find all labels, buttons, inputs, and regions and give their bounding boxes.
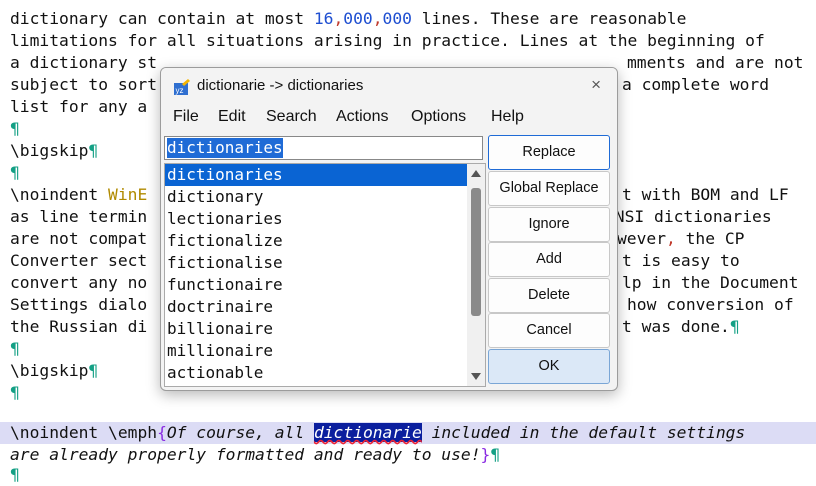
scrollbar-thumb[interactable] <box>471 188 481 316</box>
menu-actions[interactable]: Actions <box>336 108 388 126</box>
suggestions-list[interactable]: dictionaries dictionary lectionaries fic… <box>164 163 486 387</box>
delete-button[interactable]: Delete <box>488 278 610 313</box>
dialog-title: dictionarie -> dictionaries <box>197 77 364 94</box>
suggestion-item[interactable]: dictionaries <box>165 164 467 186</box>
close-icon[interactable]: × <box>591 75 601 95</box>
editor-line-13: Settings dialo <box>10 295 148 314</box>
scroll-up-icon[interactable] <box>471 170 481 177</box>
suggestion-item[interactable]: billionaire <box>165 318 467 340</box>
editor-line-4: subject to sort <box>10 75 158 94</box>
suggestion-item[interactable]: actionable <box>165 362 467 384</box>
menu-bar: File Edit Search Actions Options Help <box>161 106 617 130</box>
editor-line-9: as line termin <box>10 207 148 226</box>
editor-line-emph: \noindent \emph{Of course, all dictionar… <box>10 423 746 442</box>
menu-help[interactable]: Help <box>491 108 524 126</box>
suggestion-item[interactable]: lectionaries <box>165 208 467 230</box>
editor-line-11-right: t is easy to <box>622 251 740 270</box>
replacement-word-value: dictionaries <box>167 138 283 158</box>
global-replace-button[interactable]: Global Replace <box>488 171 610 206</box>
suggestion-item[interactable]: dictionary <box>165 186 467 208</box>
suggestion-item[interactable]: doctrinaire <box>165 296 467 318</box>
ok-button[interactable]: OK <box>488 349 610 384</box>
scroll-down-icon[interactable] <box>471 373 481 380</box>
pilcrow-mark: ¶ <box>10 119 20 138</box>
editor-line-bigskip-1: \bigskip¶ <box>10 141 99 160</box>
editor-line-3-right: mments and are not <box>627 53 804 72</box>
editor-line-12: convert any no <box>10 273 148 292</box>
pilcrow-mark: ¶ <box>10 339 20 358</box>
editor-line-14-right: t was done.¶ <box>622 317 740 336</box>
editor-line-12-right: lp in the Document <box>622 273 799 292</box>
misspelled-word-selection: dictionarie <box>313 423 422 442</box>
add-button[interactable]: Add <box>488 242 610 277</box>
menu-file[interactable]: File <box>173 108 199 126</box>
editor-line-1: dictionary can contain at most 16,000,00… <box>10 9 687 28</box>
editor-line-4-right: a complete word <box>622 75 770 94</box>
menu-edit[interactable]: Edit <box>218 108 246 126</box>
editor-line-8: \noindent WinE <box>10 185 148 204</box>
replacement-word-input[interactable]: dictionaries <box>164 136 483 160</box>
editor-line-8-right: t with BOM and LF <box>622 185 789 204</box>
suggestions-scrollbar[interactable] <box>467 164 485 386</box>
editor-line-11: Converter sect <box>10 251 148 270</box>
suggestion-item[interactable]: fictionalise <box>165 252 467 274</box>
ignore-button[interactable]: Ignore <box>488 207 610 242</box>
svg-text:yz: yz <box>176 86 184 95</box>
editor-line-14: the Russian di <box>10 317 148 336</box>
spellcheck-dialog: yz dictionarie -> dictionaries × File Ed… <box>160 67 618 391</box>
dialog-titlebar[interactable]: yz dictionarie -> dictionaries × <box>161 68 617 104</box>
suggestion-item[interactable]: fictionalize <box>165 230 467 252</box>
editor-line-2: limitations for all situations arising i… <box>10 31 765 50</box>
cancel-button[interactable]: Cancel <box>488 313 610 348</box>
spellcheck-icon: yz <box>174 79 190 95</box>
suggestion-item[interactable]: functionaire <box>165 274 467 296</box>
editor-line-10: are not compat <box>10 229 148 248</box>
pilcrow-mark: ¶ <box>10 163 20 182</box>
menu-search[interactable]: Search <box>266 108 317 126</box>
editor-line-5: list for any a <box>10 97 148 116</box>
pilcrow-mark: ¶ <box>10 383 20 402</box>
editor-line-13-right: how conversion of <box>627 295 794 314</box>
editor-line-3: a dictionary st <box>10 53 158 72</box>
editor-line-10-right: wever, the CP <box>617 229 745 248</box>
suggestion-item[interactable]: millionaire <box>165 340 467 362</box>
replace-button[interactable]: Replace <box>488 135 610 170</box>
pilcrow-mark: ¶ <box>10 465 20 484</box>
menu-options[interactable]: Options <box>411 108 466 126</box>
editor-line-9-right: ANSI dictionaries <box>605 207 772 226</box>
editor-line-bigskip-2: \bigskip¶ <box>10 361 99 380</box>
editor-line-19: are already properly formatted and ready… <box>10 445 501 464</box>
